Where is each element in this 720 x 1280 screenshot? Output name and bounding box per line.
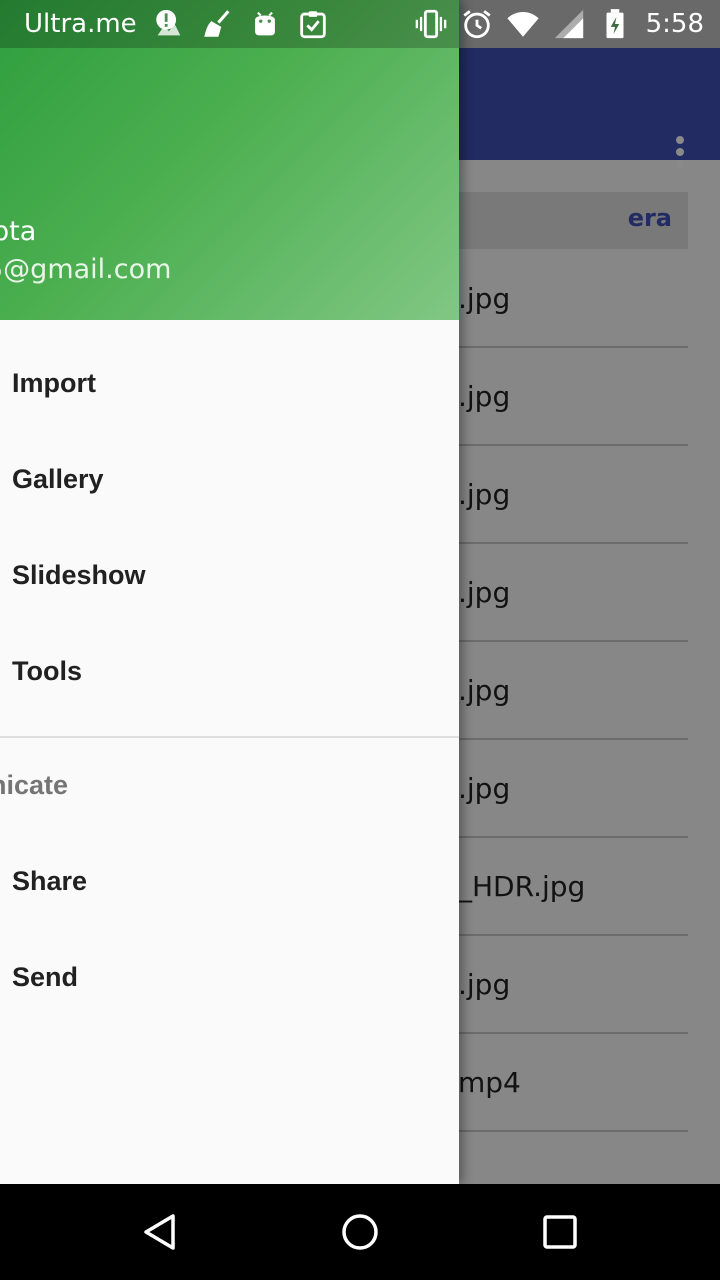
recents-icon[interactable] (536, 1208, 584, 1256)
battery-charging-icon (606, 9, 624, 39)
menu-item-send[interactable]: Send (0, 932, 459, 1028)
clipboard-check-icon (299, 11, 326, 39)
drawer-header: pta 5@gmail.com (0, 0, 459, 320)
clock: 5:58 (645, 9, 704, 39)
menu-item-label: Tools (12, 656, 82, 686)
user-name: pta (0, 216, 37, 247)
menu-item-import[interactable]: Import (0, 338, 459, 434)
wifi-icon (507, 11, 539, 37)
menu-item-label: Share (12, 866, 88, 896)
menu-subheader: nicate (0, 770, 69, 800)
carrier-name: Ultra.me (24, 9, 137, 39)
menu-item-tools[interactable]: Tools (0, 626, 459, 722)
android-icon (254, 11, 275, 36)
menu-item-label: Gallery (12, 464, 104, 494)
menu-item-label: Send (12, 962, 79, 992)
drawer-menu: Import Gallery Slideshow Tools (0, 338, 459, 722)
broom-icon (203, 10, 230, 37)
menu-item-label: Import (12, 368, 96, 398)
status-bar: Ultra.me 5:58 (0, 0, 720, 48)
drawer-menu-secondary: Share Send (0, 836, 459, 1028)
menu-item-share[interactable]: Share (0, 836, 459, 932)
menu-item-slideshow[interactable]: Slideshow (0, 530, 459, 626)
menu-item-label: Slideshow (12, 560, 146, 590)
menu-divider (0, 736, 459, 738)
system-nav-bar (0, 1184, 720, 1280)
navigation-drawer: pta 5@gmail.com Import Gallery Slideshow… (0, 0, 459, 1184)
menu-item-gallery[interactable]: Gallery (0, 434, 459, 530)
home-icon[interactable] (336, 1208, 384, 1256)
signal-icon (554, 9, 583, 39)
vibrate-icon (415, 9, 446, 39)
alert-icon (155, 9, 181, 36)
user-email: 5@gmail.com (0, 254, 172, 285)
alarm-icon (463, 10, 491, 39)
back-icon[interactable] (136, 1208, 184, 1256)
